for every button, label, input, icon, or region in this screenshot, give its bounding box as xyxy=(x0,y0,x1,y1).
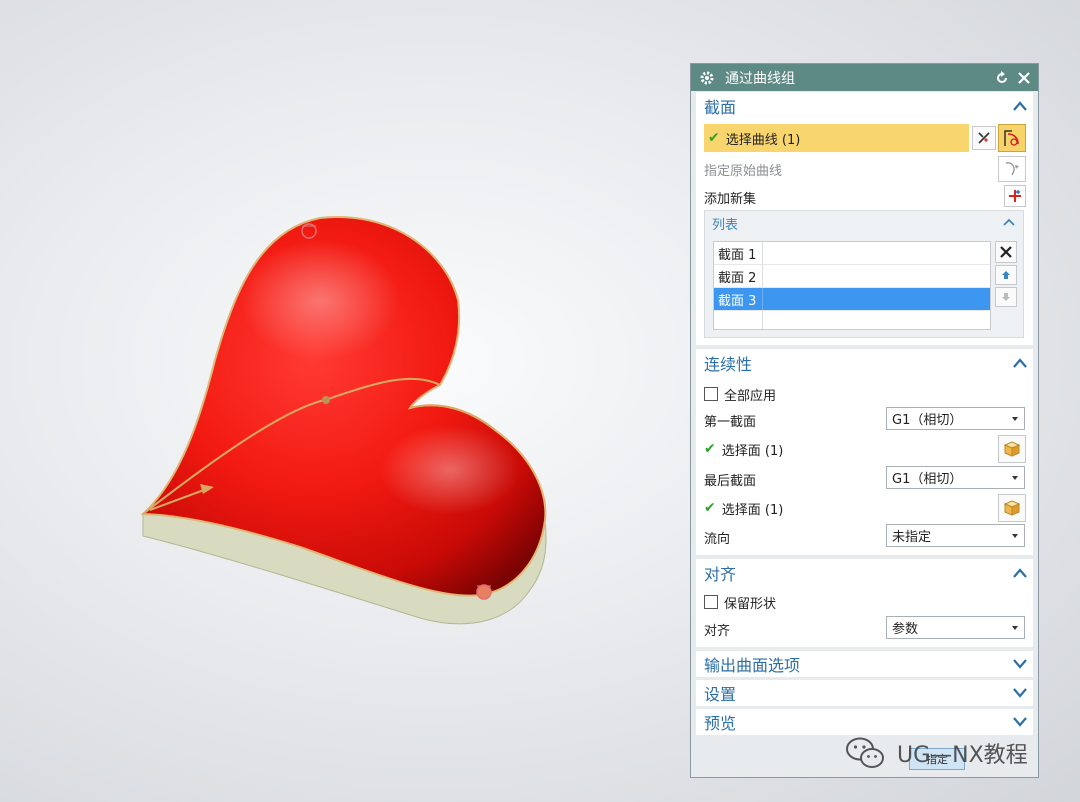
flow-value: 未指定 xyxy=(892,530,932,545)
list-item[interactable]: 截面 1 xyxy=(714,242,990,265)
flow-label: 流向 xyxy=(704,531,731,547)
first-section-select[interactable]: G1（相切） xyxy=(886,407,1025,430)
section-output-title: 输出曲面选项 xyxy=(704,656,801,675)
select-face-button[interactable] xyxy=(998,435,1026,463)
chevron-up-icon[interactable] xyxy=(1003,218,1017,228)
apply-all-row[interactable]: 全部应用 xyxy=(704,385,1025,404)
last-select-face-row[interactable]: ✔ 选择面 (1) xyxy=(704,499,1025,518)
add-new-set-label: 添加新集 xyxy=(704,191,757,207)
keep-shape-label: 保留形状 xyxy=(724,596,777,612)
dialog-titlebar[interactable]: 通过曲线组 xyxy=(691,64,1038,91)
section-continuity: 连续性 全部应用 第一截面 G1（相切） ✔ 选择面 (1) 最后截面 G1（相… xyxy=(696,349,1033,555)
keep-shape-checkbox[interactable] xyxy=(704,595,718,609)
section-output-header[interactable]: 输出曲面选项 xyxy=(696,651,1033,677)
section-settings-header[interactable]: 设置 xyxy=(696,680,1033,706)
gear-icon[interactable] xyxy=(699,70,715,86)
section-settings[interactable]: 设置 xyxy=(696,680,1033,706)
section-preview[interactable]: 预览 xyxy=(696,709,1033,735)
section-list[interactable]: 截面 1 截面 2 截面 3 xyxy=(713,241,991,331)
chevron-down-icon[interactable] xyxy=(1013,717,1027,727)
section-profile: 截面 ✔ 选择曲线 (1) 指定原始曲线 添加新集 列表 截面 1 截面 2 截… xyxy=(696,92,1033,345)
list-panel-header[interactable]: 列表 xyxy=(705,211,1023,235)
section-preview-header[interactable]: 预览 xyxy=(696,709,1033,735)
check-icon: ✔ xyxy=(704,441,716,457)
specify-origin-label: 指定原始曲线 xyxy=(704,163,783,179)
last-section-value: G1（相切） xyxy=(892,472,963,487)
watermark: UG—NX教程 xyxy=(845,733,1028,773)
apply-all-checkbox[interactable] xyxy=(704,387,718,401)
watermark-text: UG—NX教程 xyxy=(897,743,1028,768)
section-profile-title: 截面 xyxy=(704,98,737,117)
select-curve-icon-button[interactable] xyxy=(998,124,1026,152)
graphics-viewport[interactable] xyxy=(0,0,690,802)
chevron-up-icon[interactable] xyxy=(1013,101,1027,111)
chevron-up-icon[interactable] xyxy=(1013,358,1027,368)
apply-all-label: 全部应用 xyxy=(724,388,777,404)
first-select-face-row[interactable]: ✔ 选择面 (1) xyxy=(704,440,1025,459)
select-face-button[interactable] xyxy=(998,494,1026,522)
marker-bottom[interactable] xyxy=(476,584,492,600)
section-profile-header[interactable]: 截面 xyxy=(696,92,1033,120)
wechat-icon xyxy=(845,736,885,770)
list-item-label: 截面 3 xyxy=(714,288,763,310)
align-select[interactable]: 参数 xyxy=(886,616,1025,639)
section-continuity-header[interactable]: 连续性 xyxy=(696,349,1033,377)
specify-origin-row: 指定原始曲线 xyxy=(704,160,1025,179)
close-icon[interactable] xyxy=(1016,70,1032,86)
first-section-label: 第一截面 xyxy=(704,414,757,430)
last-section-label: 最后截面 xyxy=(704,473,757,489)
section-preview-title: 预览 xyxy=(704,714,737,733)
check-icon: ✔ xyxy=(708,130,720,146)
section-alignment-title: 对齐 xyxy=(704,565,737,584)
align-value: 参数 xyxy=(892,622,919,637)
section-alignment-header[interactable]: 对齐 xyxy=(696,559,1033,587)
dialog-title: 通过曲线组 xyxy=(725,70,795,87)
list-item-label: 截面 2 xyxy=(714,265,763,287)
move-up-button[interactable] xyxy=(995,265,1017,285)
add-new-set-row: 添加新集 xyxy=(704,188,1025,207)
flow-select[interactable]: 未指定 xyxy=(886,524,1025,547)
specify-origin-curve-button[interactable] xyxy=(998,156,1026,182)
section-alignment: 对齐 保留形状 对齐 参数 xyxy=(696,559,1033,647)
section-output[interactable]: 输出曲面选项 xyxy=(696,651,1033,677)
curve-point[interactable] xyxy=(322,396,330,404)
list-item-label: 截面 1 xyxy=(714,242,763,264)
dropdown-arrow-icon xyxy=(1012,476,1018,480)
add-new-set-button[interactable] xyxy=(1004,185,1026,207)
list-title: 列表 xyxy=(712,217,739,233)
last-select-face-label: 选择面 (1) xyxy=(721,502,784,518)
select-curve-row[interactable]: ✔ 选择曲线 (1) xyxy=(704,124,969,152)
first-select-face-label: 选择面 (1) xyxy=(721,443,784,459)
select-curve-label: 选择曲线 (1) xyxy=(725,132,801,148)
remove-section-button[interactable] xyxy=(995,241,1017,263)
list-empty-row xyxy=(714,311,990,331)
list-panel: 列表 截面 1 截面 2 截面 3 xyxy=(704,210,1024,338)
align-label: 对齐 xyxy=(704,623,731,639)
chevron-down-icon[interactable] xyxy=(1013,659,1027,669)
list-item-selected[interactable]: 截面 3 xyxy=(714,288,990,311)
check-icon: ✔ xyxy=(704,500,716,516)
dropdown-arrow-icon xyxy=(1012,534,1018,538)
section-continuity-title: 连续性 xyxy=(704,355,753,374)
keep-shape-row[interactable]: 保留形状 xyxy=(704,593,1025,612)
chevron-up-icon[interactable] xyxy=(1013,568,1027,578)
chevron-down-icon[interactable] xyxy=(1013,688,1027,698)
first-section-value: G1（相切） xyxy=(892,413,963,428)
reset-icon[interactable] xyxy=(994,70,1010,86)
list-item[interactable]: 截面 2 xyxy=(714,265,990,288)
curve-rule-button[interactable] xyxy=(972,126,996,150)
move-down-button[interactable] xyxy=(995,287,1017,307)
last-section-select[interactable]: G1（相切） xyxy=(886,466,1025,489)
heart-model[interactable] xyxy=(0,0,690,802)
dropdown-arrow-icon xyxy=(1012,626,1018,630)
section-settings-title: 设置 xyxy=(704,685,737,704)
dropdown-arrow-icon xyxy=(1012,417,1018,421)
through-curves-dialog: 通过曲线组 截面 ✔ 选择曲线 (1) 指定原始曲线 添加新集 列表 截面 1 … xyxy=(690,63,1039,778)
